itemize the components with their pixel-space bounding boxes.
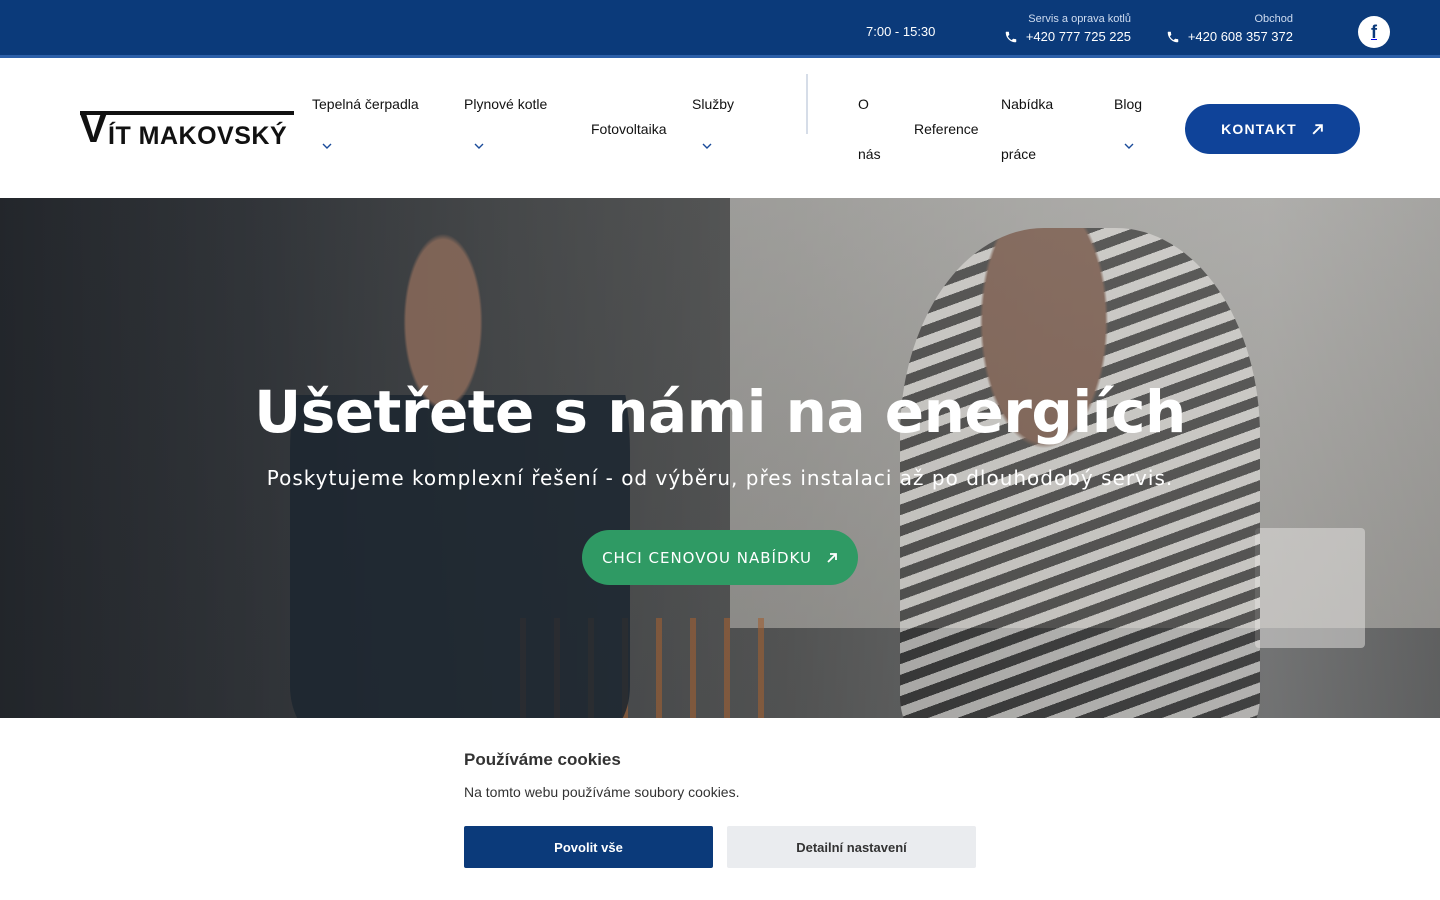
chevron-down-icon — [474, 121, 484, 149]
facebook-icon: f — [1371, 21, 1377, 42]
logo-initial: V — [80, 107, 107, 151]
site-header: V ÍT MAKOVSKÝ Tepelná čerpadla Plynové k… — [0, 61, 1440, 198]
nav-tepelna-cerpadla[interactable]: Tepelná čerpadla — [312, 79, 419, 149]
logo-bar — [80, 111, 294, 115]
phone-icon — [1005, 31, 1017, 43]
kontakt-button-label: KONTAKT — [1221, 121, 1297, 137]
nav-o-nas-label-2: nás — [858, 146, 881, 162]
hero-background-boiler — [1255, 528, 1365, 648]
chevron-down-icon — [702, 121, 712, 149]
nav-divider — [806, 74, 808, 134]
logo-text: ÍT MAKOVSKÝ — [108, 122, 288, 150]
nav-o-nas-label-1: O — [858, 96, 869, 112]
phone-sales-number: +420 608 357 372 — [1187, 29, 1293, 44]
cookie-banner: Používáme cookies Na tomto webu používám… — [0, 718, 1440, 900]
nav-fotovoltaika[interactable]: Fotovoltaika — [591, 104, 666, 154]
cookie-settings-button[interactable]: Detailní nastavení — [727, 826, 976, 868]
chevron-down-icon — [1124, 121, 1134, 149]
facebook-link[interactable]: f — [1358, 16, 1390, 48]
nav-nabidka-prace[interactable]: Nabídka práce — [1001, 79, 1053, 179]
nav-blog-label: Blog — [1114, 96, 1143, 112]
nav-plynove-kotle-label: Plynové kotle — [464, 96, 548, 112]
phone-service-number: +420 777 725 225 — [1025, 29, 1131, 44]
nav-reference-label: Reference — [914, 121, 979, 137]
phone-service: Servis a oprava kotlů +420 777 725 225 — [994, 12, 1131, 49]
nav-sluzby[interactable]: Služby — [692, 79, 735, 149]
price-offer-button[interactable]: CHCI CENOVOU NABÍDKU — [582, 530, 858, 585]
nav-fotovoltaika-label: Fotovoltaika — [591, 121, 667, 137]
opening-hours: 7:00 - 15:30 — [866, 24, 936, 39]
arrow-up-right-icon — [1312, 123, 1323, 135]
phone-sales: Obchod +420 608 357 372 — [1154, 12, 1293, 49]
nav-nabidka-prace-label-1: Nabídka — [1001, 96, 1054, 112]
cookie-title: Používáme cookies — [464, 750, 621, 769]
phone-icon — [1167, 31, 1179, 43]
phone-sales-caption: Obchod — [1254, 13, 1293, 25]
nav-sluzby-label: Služby — [692, 96, 735, 112]
hero-subtitle: Poskytujeme komplexní řešení - od výběru… — [266, 466, 1174, 490]
top-bar: 7:00 - 15:30 Servis a oprava kotlů +420 … — [0, 0, 1440, 58]
phone-sales-link[interactable]: +420 608 357 372 — [1166, 26, 1293, 48]
price-offer-button-label: CHCI CENOVOU NABÍDKU — [602, 548, 812, 567]
arrow-up-right-icon — [827, 552, 837, 563]
hero-title: Ušetřete s námi na energiích — [254, 378, 1186, 446]
kontakt-button[interactable]: KONTAKT — [1185, 104, 1360, 154]
nav-reference[interactable]: Reference — [914, 104, 979, 154]
nav-plynove-kotle[interactable]: Plynové kotle — [464, 79, 548, 149]
nav-nabidka-prace-label-2: práce — [1001, 146, 1037, 162]
cookie-text: Na tomto webu používáme soubory cookies. — [464, 784, 740, 800]
allow-all-cookies-button[interactable]: Povolit vše — [464, 826, 713, 868]
chevron-down-icon — [322, 121, 332, 149]
site-logo[interactable]: V ÍT MAKOVSKÝ — [80, 107, 295, 151]
nav-o-nas[interactable]: O nás — [858, 79, 881, 179]
nav-tepelna-cerpadla-label: Tepelná čerpadla — [312, 96, 419, 112]
phone-service-caption: Servis a oprava kotlů — [1028, 13, 1131, 25]
nav-blog[interactable]: Blog — [1114, 79, 1143, 149]
hero-section: Ušetřete s námi na energiích Poskytujeme… — [0, 198, 1440, 718]
phone-service-link[interactable]: +420 777 725 225 — [1004, 26, 1131, 48]
